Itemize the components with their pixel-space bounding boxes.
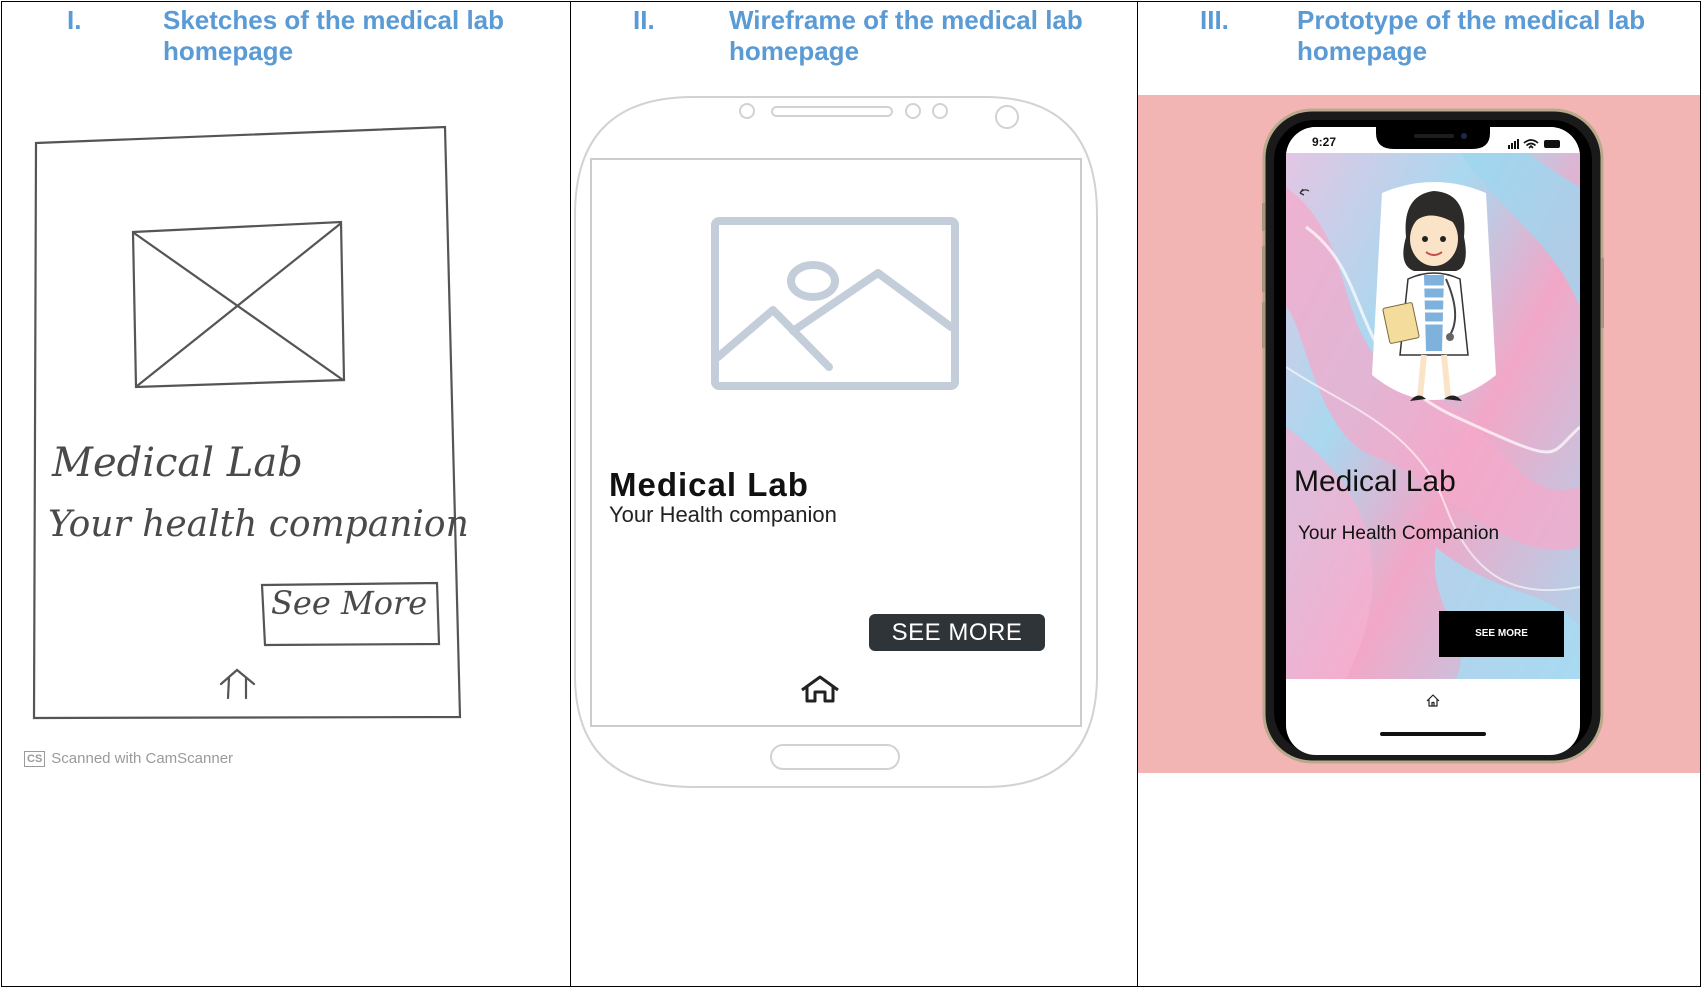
- wireframe-subtitle: Your Health companion: [609, 502, 837, 527]
- sketch-subtitle: Your health companion: [48, 504, 469, 545]
- back-icon[interactable]: [1298, 187, 1312, 199]
- speaker-slot: [771, 106, 893, 117]
- doctor-illustration: [1372, 182, 1496, 401]
- prototype-screen: 9:27 Medical Lab Your Health Companion S…: [1286, 127, 1580, 755]
- home-icon[interactable]: [1426, 694, 1440, 707]
- status-icons: [1508, 139, 1560, 149]
- scanner-credit: CS Scanned with CamScanner: [24, 750, 233, 767]
- battery-icon: [1544, 140, 1560, 148]
- sketch-button-label: See More: [271, 584, 428, 622]
- image-placeholder-icon: [711, 217, 959, 390]
- sketch-drawing: [32, 125, 462, 720]
- prototype-title: Medical Lab: [1294, 465, 1456, 498]
- signal-icon: [1508, 139, 1519, 149]
- see-more-button[interactable]: SEE MORE: [869, 614, 1045, 651]
- see-more-button[interactable]: SEE MORE: [1439, 611, 1564, 657]
- home-icon[interactable]: [799, 674, 841, 704]
- status-time: 9:27: [1312, 135, 1337, 149]
- sensor-dot: [932, 103, 948, 119]
- camscanner-logo: CS: [24, 750, 46, 767]
- notch: [1376, 127, 1490, 149]
- sketch-title: Medical Lab: [52, 440, 303, 486]
- wireframe-title: Medical Lab: [609, 466, 809, 503]
- sensor-dot: [739, 103, 755, 119]
- home-indicator: [1380, 732, 1486, 736]
- sketch-phone-outline: [32, 125, 462, 720]
- header-title: Wireframe of the medical lab homepage: [729, 5, 1083, 66]
- home-button-hardware: [770, 744, 900, 770]
- sensor-dot: [905, 103, 921, 119]
- home-icon: [219, 668, 256, 700]
- header-number: III.: [1200, 5, 1229, 35]
- header-number: II.: [633, 5, 655, 35]
- scanner-credit-text: Scanned with CamScanner: [51, 750, 234, 767]
- image-placeholder-icon: [131, 220, 346, 389]
- front-camera: [995, 105, 1019, 129]
- wireframe-phone: [574, 96, 1098, 788]
- wifi-icon: [1523, 139, 1539, 149]
- prototype-subtitle: Your Health Companion: [1298, 523, 1500, 544]
- header-title: Prototype of the medical lab homepage: [1297, 5, 1646, 66]
